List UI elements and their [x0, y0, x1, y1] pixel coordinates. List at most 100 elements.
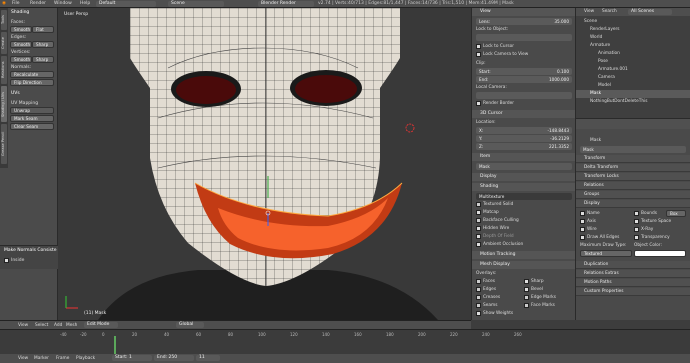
mask-mesh[interactable]: [58, 8, 471, 320]
layout-selector[interactable]: Default: [96, 1, 156, 7]
outliner-item-armature-001[interactable]: Armature.001: [598, 67, 628, 72]
timeline-frame-menu[interactable]: Frame: [56, 356, 69, 361]
groups-header[interactable]: Groups: [576, 191, 690, 199]
lock-cursor-checkbox[interactable]: [476, 44, 481, 49]
timeline-end-field[interactable]: End: 250: [154, 355, 194, 361]
motion-paths-header[interactable]: Motion Paths: [576, 279, 690, 287]
operator-title[interactable]: Make Normals Consiste: [4, 248, 57, 253]
3d-viewport[interactable]: User Persp (11) Mask: [58, 8, 471, 320]
timeline-view-menu[interactable]: View: [18, 356, 28, 361]
edge-marks-overlay-checkbox[interactable]: [524, 295, 529, 300]
local-camera-field[interactable]: [476, 92, 572, 99]
object-name-field[interactable]: Mask: [580, 146, 686, 153]
timeline-marker-menu[interactable]: Marker: [34, 356, 49, 361]
outliner-item-mask[interactable]: Mask: [590, 91, 601, 96]
recalculate-button[interactable]: Recalculate: [10, 71, 54, 78]
mesh-display-header[interactable]: Mesh Display: [472, 261, 576, 269]
face-marks-overlay-checkbox[interactable]: [524, 303, 529, 308]
display-wire-checkbox[interactable]: [580, 227, 585, 232]
draw-all-edges-checkbox[interactable]: [580, 235, 585, 240]
cursor-z-field[interactable]: Z: 221.3352: [476, 143, 572, 150]
item-name-field[interactable]: Mask: [476, 163, 572, 170]
max-draw-type-dropdown[interactable]: Textured: [580, 250, 632, 257]
outliner-item-armature[interactable]: Armature: [590, 43, 610, 48]
edges-sharp-button[interactable]: Sharp: [32, 41, 54, 48]
scene-selector[interactable]: Scene: [168, 1, 224, 7]
delta-transform-header[interactable]: Delta Transform: [576, 164, 690, 172]
menu-file[interactable]: File: [12, 1, 20, 6]
creases-overlay-checkbox[interactable]: [476, 295, 481, 300]
outliner-view-menu[interactable]: View: [584, 9, 594, 14]
ambient-occlusion-checkbox[interactable]: [476, 242, 481, 247]
render-border-checkbox[interactable]: [476, 101, 481, 106]
select-menu[interactable]: Select: [35, 323, 48, 328]
item-section-header[interactable]: Item: [472, 153, 576, 161]
tab-shading-uvs[interactable]: Shading / UVs: [1, 86, 7, 122]
xray-checkbox[interactable]: [634, 227, 639, 232]
outliner-search-menu[interactable]: Search: [602, 9, 617, 14]
edges-overlay-checkbox[interactable]: [476, 287, 481, 292]
hidden-wire-checkbox[interactable]: [476, 226, 481, 231]
transform-locks-header[interactable]: Transform Locks: [576, 173, 690, 181]
current-frame-field[interactable]: 11: [196, 355, 220, 361]
transform-header[interactable]: Transform: [576, 155, 690, 163]
object-color-swatch[interactable]: [634, 250, 686, 257]
timeline-playback-menu[interactable]: Playback: [76, 356, 95, 361]
tab-grease-pencil[interactable]: Grease Pencil: [1, 124, 7, 164]
sharp-overlay-checkbox[interactable]: [524, 279, 529, 284]
vertices-sharp-button[interactable]: Sharp: [32, 56, 54, 63]
display-name-checkbox[interactable]: [580, 211, 585, 216]
matcap-checkbox[interactable]: [476, 210, 481, 215]
shading-mode-dropdown[interactable]: Multitexture: [476, 193, 572, 200]
view-menu[interactable]: View: [18, 323, 28, 328]
menu-window[interactable]: Window: [54, 1, 72, 6]
outliner-item-pose[interactable]: Pose: [598, 59, 608, 64]
outliner-item-camera[interactable]: Camera: [598, 75, 615, 80]
blender-logo-icon[interactable]: ◉: [2, 1, 6, 6]
tab-relations[interactable]: Relations: [1, 56, 7, 84]
mark-seam-button[interactable]: Mark Seam: [10, 115, 54, 122]
3d-cursor-section-header[interactable]: 3D Cursor: [472, 110, 576, 118]
tab-create[interactable]: Create: [1, 32, 7, 54]
outliner-item-scene[interactable]: Scene: [584, 19, 597, 24]
outliner-filter-dropdown[interactable]: All Scenes: [628, 9, 672, 15]
menu-help[interactable]: Help: [80, 1, 90, 6]
orientation-dropdown[interactable]: Global: [176, 322, 204, 328]
display-axis-checkbox[interactable]: [580, 219, 585, 224]
unwrap-dropdown[interactable]: Unwrap: [10, 107, 54, 114]
clear-seam-button[interactable]: Clear Seam: [10, 123, 54, 130]
render-engine-selector[interactable]: Blender Render: [258, 1, 314, 7]
clip-start-field[interactable]: Start: 0.100: [476, 68, 572, 75]
add-menu[interactable]: Add: [54, 323, 62, 328]
flip-direction-button[interactable]: Flip Direction: [10, 79, 54, 86]
motion-tracking-header[interactable]: Motion Tracking: [472, 251, 576, 259]
show-weights-checkbox[interactable]: [476, 311, 481, 316]
outliner-item-world[interactable]: World: [590, 35, 602, 40]
relations-header[interactable]: Relations: [576, 182, 690, 190]
tab-tools[interactable]: Tools: [1, 10, 7, 30]
shading-section-title[interactable]: Shading: [11, 10, 29, 15]
custom-properties-header[interactable]: Custom Properties: [576, 288, 690, 296]
lens-field[interactable]: Lens: 35.000: [476, 18, 572, 25]
mode-dropdown[interactable]: Edit Mode: [84, 322, 118, 328]
outliner-item-nothingbutdontdeletethis[interactable]: NothingButDontDeleteThis: [590, 99, 648, 104]
transparency-checkbox[interactable]: [634, 235, 639, 240]
vertices-smooth-button[interactable]: Smooth: [10, 56, 32, 63]
shading-section-header[interactable]: Shading: [472, 183, 576, 191]
bounds-type-dropdown[interactable]: Box: [666, 210, 686, 217]
cursor-y-field[interactable]: Y: -36.2129: [476, 135, 572, 142]
display-bounds-checkbox[interactable]: [634, 211, 639, 216]
view-section-header[interactable]: View: [472, 8, 576, 16]
inside-checkbox[interactable]: [4, 258, 9, 263]
textured-solid-checkbox[interactable]: [476, 202, 481, 207]
uvs-section-title[interactable]: UVs: [11, 91, 20, 96]
mesh-menu[interactable]: Mesh: [66, 323, 77, 328]
duplication-header[interactable]: Duplication: [576, 261, 690, 269]
edges-smooth-button[interactable]: Smooth: [10, 41, 32, 48]
cursor-x-field[interactable]: X: -148.8443: [476, 127, 572, 134]
outliner-item-renderlayers[interactable]: RenderLayers: [590, 27, 620, 32]
texture-space-checkbox[interactable]: [634, 219, 639, 224]
lock-object-field[interactable]: [476, 34, 572, 41]
faces-overlay-checkbox[interactable]: [476, 279, 481, 284]
relations-extras-header[interactable]: Relations Extras: [576, 270, 690, 278]
